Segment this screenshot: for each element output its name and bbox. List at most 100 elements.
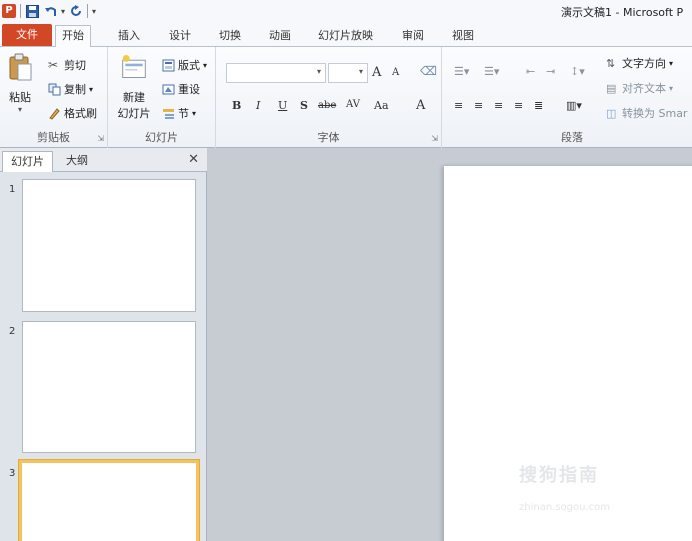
numbering-icon[interactable]: ☰▾ [484,65,499,78]
slide-number: 1 [9,184,16,195]
underline-button[interactable]: U [278,99,287,112]
format-painter-label: 格式刷 [64,107,97,120]
align-text-icon: ▤ [606,81,617,95]
align-left-icon[interactable]: ≡ [454,99,463,112]
new-slide-button[interactable]: 新建 幻灯片 [114,53,154,121]
align-center-icon[interactable]: ≡ [474,99,483,112]
distribute-icon[interactable]: ≣ [534,99,543,112]
char-spacing-button[interactable]: AV [346,99,360,110]
clipboard-group-label: 剪贴板 [37,131,70,144]
close-pane-icon[interactable]: ✕ [188,152,199,167]
format-painter-button[interactable]: 格式刷 [48,105,97,121]
new-slide-label-1: 新建 [123,91,145,104]
text-direction-label: 文字方向 [622,57,666,70]
save-icon[interactable] [25,4,39,18]
align-text-dropdown-icon[interactable]: ▾ [669,84,673,93]
tab-outline[interactable]: 大纲 [58,151,96,172]
convert-smartart-label: 转换为 Smar [622,107,688,120]
tab-review[interactable]: 审阅 [396,26,430,47]
strikethrough-button[interactable]: abe [318,100,336,111]
clipboard-launcher-icon[interactable]: ⇲ [97,134,104,143]
font-name-dropdown-icon[interactable]: ▾ [317,67,321,76]
cut-button[interactable]: ✂ 剪切 [48,57,86,73]
grow-font-button[interactable]: A [372,65,381,80]
copy-label: 复制 [64,83,86,96]
tab-home[interactable]: 开始 [55,25,91,47]
watermark-logo: 搜狗指南 [519,465,599,486]
title-bar: P ▾ ▾ 演示文稿1 - Microsoft P [0,0,692,22]
paste-icon [9,53,32,81]
layout-button[interactable]: 版式 ▾ [162,57,207,73]
tab-view[interactable]: 视图 [446,26,480,47]
shadow-button[interactable]: S [300,99,308,112]
text-direction-button[interactable]: ⇅ 文字方向 ▾ [606,55,673,71]
undo-dropdown-icon[interactable]: ▾ [61,7,65,16]
change-case-button[interactable]: Aa [374,99,389,112]
cut-label: 剪切 [64,59,86,72]
slide-thumbnail-3[interactable] [19,460,199,541]
tab-design[interactable]: 设计 [163,26,197,47]
decrease-indent-icon[interactable]: ⇤ [526,65,535,78]
align-right-icon[interactable]: ≡ [494,99,503,112]
tab-slides[interactable]: 幻灯片 [2,151,53,172]
separator [20,4,21,18]
slides-group: 新建 幻灯片 版式 ▾ 重设 节 ▾ 幻灯片 [108,47,216,148]
slide-thumbnail-2[interactable] [22,321,196,453]
clear-formatting-icon[interactable]: ⌫ [420,64,437,78]
new-slide-icon [122,55,146,78]
convert-smartart-button[interactable]: ◫ 转换为 Smar [606,105,687,121]
copy-button[interactable]: 复制 ▾ [48,81,93,97]
window-title: 演示文稿1 - Microsoft P [561,6,684,19]
tab-slideshow[interactable]: 幻灯片放映 [312,26,379,47]
format-painter-icon [49,107,60,120]
pane-tabs: 幻灯片 大纲 ✕ [0,148,207,172]
italic-button[interactable]: I [256,99,260,112]
ribbon-tabs: 文件 开始 插入 设计 切换 动画 幻灯片放映 审阅 视图 [0,22,692,47]
align-text-button[interactable]: ▤ 对齐文本 ▾ [606,80,673,96]
smartart-icon: ◫ [606,106,617,120]
font-launcher-icon[interactable]: ⇲ [431,134,438,143]
slide-thumbnail-1[interactable] [22,179,196,312]
clipboard-group: 粘贴 ▾ ✂ 剪切 复制 ▾ 格式刷 剪贴板 ⇲ [0,47,108,148]
tab-insert[interactable]: 插入 [112,26,146,47]
reset-icon [162,84,175,94]
slide-number: 3 [9,468,16,479]
bold-button[interactable]: B [232,99,241,112]
tab-animations[interactable]: 动画 [263,26,297,47]
font-color-button[interactable]: A [416,98,425,113]
section-label: 节 [178,107,189,120]
font-group: ▾ ▾ A A ⌫ B I U S abe AV Aa A 字体 ⇲ [216,47,442,148]
increase-indent-icon[interactable]: ⇥ [546,65,555,78]
section-button[interactable]: 节 ▾ [162,105,196,121]
text-direction-dropdown-icon[interactable]: ▾ [669,59,673,68]
font-size-combo[interactable]: ▾ [328,63,368,83]
customize-toolbar-icon[interactable]: ▾ [92,7,96,16]
redo-icon[interactable] [69,4,83,18]
paste-dropdown-icon[interactable]: ▾ [6,105,34,114]
copy-dropdown-icon[interactable]: ▾ [89,85,93,94]
columns-icon[interactable]: ▥▾ [566,99,582,112]
new-slide-label-2: 幻灯片 [117,107,151,120]
copy-icon [48,83,61,95]
paragraph-group-label: 段落 [561,131,583,144]
font-size-dropdown-icon[interactable]: ▾ [359,67,363,76]
slides-group-label: 幻灯片 [145,131,178,144]
ribbon: 粘贴 ▾ ✂ 剪切 复制 ▾ 格式刷 剪贴板 ⇲ 新建 幻灯片 版式 ▾ 重设 … [0,47,692,148]
tab-file[interactable]: 文件 [2,24,52,46]
watermark-url: zhinan.sogou.com [519,502,611,513]
reset-button[interactable]: 重设 [162,81,200,97]
section-dropdown-icon[interactable]: ▾ [192,109,196,118]
line-spacing-icon[interactable]: ↕▾ [570,65,585,78]
powerpoint-logo-icon[interactable]: P [2,4,16,18]
font-name-combo[interactable]: ▾ [226,63,326,83]
bullets-icon[interactable]: ☰▾ [454,65,469,78]
layout-dropdown-icon[interactable]: ▾ [203,61,207,70]
slide-number: 2 [9,326,16,337]
paste-button[interactable]: 粘贴 ▾ [6,53,34,114]
quick-access-toolbar: P ▾ ▾ [0,4,96,18]
justify-icon[interactable]: ≡ [514,99,523,112]
font-group-label: 字体 [317,131,340,144]
undo-icon[interactable] [43,4,57,18]
shrink-font-button[interactable]: A [392,67,399,78]
tab-transitions[interactable]: 切换 [213,26,247,47]
